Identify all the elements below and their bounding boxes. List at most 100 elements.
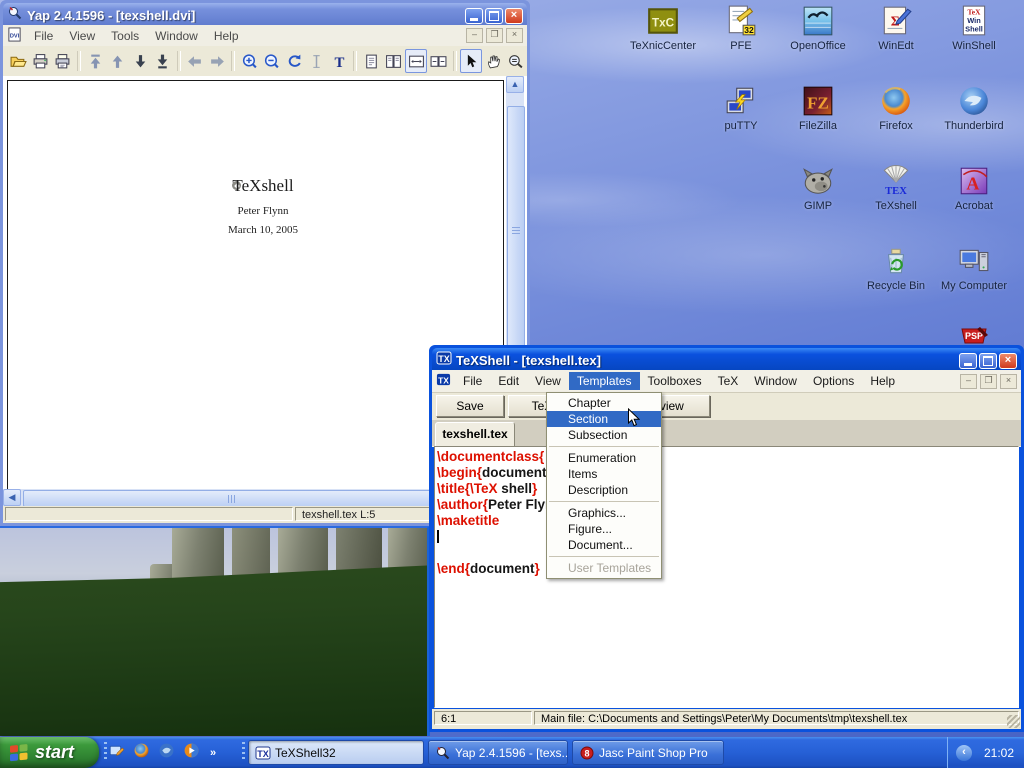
desktop-icon-openoffice[interactable]: OpenOffice (780, 4, 856, 52)
texshell-menu-window[interactable]: Window (746, 372, 805, 390)
magnifier-icon[interactable] (505, 49, 527, 73)
texshell-menu-templates[interactable]: Templates (569, 372, 640, 390)
texshell-restore-button[interactable] (979, 353, 997, 369)
desktop-icon-label: PFE (703, 40, 779, 52)
cursor-position: 6:1 (434, 711, 532, 725)
select-arrow-icon[interactable] (460, 49, 482, 73)
open-icon[interactable] (7, 49, 29, 73)
zoom-out-icon[interactable] (261, 49, 283, 73)
yap-menu-help[interactable]: Help (206, 27, 247, 45)
yap-hscroll-thumb[interactable] (23, 490, 433, 507)
save-button[interactable]: Save (436, 395, 504, 417)
taskbar: start » TXTeXShell32Yap 2.4.1596 - [texs… (0, 737, 1024, 768)
yap-menu-view[interactable]: View (61, 27, 103, 45)
start-button[interactable]: start (0, 737, 99, 768)
taskbar-button-texshell32[interactable]: TXTeXShell32 (248, 740, 424, 765)
texshell-close-button[interactable]: × (999, 353, 1017, 369)
taskbar-button-yap-2-4-1596-texs[interactable]: Yap 2.4.1596 - [texs... (428, 740, 568, 765)
desktop-icon-label: OpenOffice (780, 40, 856, 52)
desktop-icon-pfe[interactable]: 32PFE (703, 4, 779, 52)
print-icon[interactable] (29, 49, 51, 73)
media-player-icon[interactable] (183, 742, 200, 764)
texshell-editor[interactable]: \documentclass{\begin{document}\title{\T… (434, 446, 1019, 708)
desktop-icon-putty[interactable]: puTTY (703, 84, 779, 132)
resize-grip[interactable] (1007, 715, 1020, 728)
texshell-menu-tex[interactable]: TeX (710, 372, 747, 390)
texshell-menu-view[interactable]: View (527, 372, 569, 390)
mdi-restore-icon[interactable]: ❐ (486, 28, 503, 43)
menu-item-chapter[interactable]: Chapter (547, 395, 661, 411)
yap-vscroll-thumb[interactable] (507, 106, 525, 348)
prev-page-icon[interactable] (107, 49, 129, 73)
tray-collapse-icon[interactable]: ‹ (956, 745, 972, 761)
last-page-icon[interactable] (151, 49, 173, 73)
fit-width-icon[interactable] (405, 49, 427, 73)
mdi-close-icon[interactable]: × (1000, 374, 1017, 389)
first-page-icon[interactable] (84, 49, 106, 73)
desktop-icon-gimp[interactable]: GIMP (780, 164, 856, 212)
yap-minimize-button[interactable] (465, 8, 483, 24)
back-icon[interactable] (184, 49, 206, 73)
quicklaunch-overflow-icon[interactable]: » (210, 747, 216, 759)
scroll-left-icon[interactable]: ◀ (3, 489, 21, 506)
yap-menu-file[interactable]: File (26, 27, 61, 45)
yap-close-button[interactable]: × (505, 8, 523, 24)
menu-item-graphics[interactable]: Graphics... (547, 505, 661, 521)
texshell-menu-toolboxes[interactable]: Toolboxes (640, 372, 710, 390)
texshell-window-title: TeXShell - [texshell.tex] (456, 353, 957, 368)
menu-item-enumeration[interactable]: Enumeration (547, 450, 661, 466)
menu-item-document[interactable]: Document... (547, 537, 661, 553)
text-caret-icon[interactable] (306, 49, 328, 73)
texshell-minimize-button[interactable] (959, 353, 977, 369)
texshell-window: TX TeXShell - [texshell.tex] × TX FileEd… (429, 345, 1024, 732)
menu-item-subsection[interactable]: Subsection (547, 427, 661, 443)
menu-item-section[interactable]: Section (547, 411, 661, 427)
print-setup-icon[interactable] (52, 49, 74, 73)
tx-document-icon: TX (436, 372, 451, 390)
texshell-menu-options[interactable]: Options (805, 372, 862, 390)
editor-line: \title{\TeX shell} (437, 481, 1018, 497)
desktop-icon-texshell[interactable]: TEXTeXshell (858, 164, 934, 212)
desktop-icon-winedt[interactable]: ΣWinEdt (858, 4, 934, 52)
two-page-width-icon[interactable] (427, 49, 449, 73)
texshell-menu-help[interactable]: Help (862, 372, 903, 390)
desktop-icon-firefox[interactable]: Firefox (858, 84, 934, 132)
menu-item-description[interactable]: Description (547, 482, 661, 498)
editor-line: \begin{document} (437, 465, 1018, 481)
hand-icon[interactable] (482, 49, 504, 73)
taskbar-button-jasc-paint-shop-pro[interactable]: 8Jasc Paint Shop Pro (572, 740, 724, 765)
scroll-up-icon[interactable]: ▲ (506, 76, 524, 93)
yap-menu-tools[interactable]: Tools (103, 27, 147, 45)
desktop-icon-mycomputer[interactable]: My Computer (936, 244, 1012, 292)
thunderbird-icon[interactable] (158, 742, 175, 764)
mdi-close-icon[interactable]: × (506, 28, 523, 43)
yap-maximize-button[interactable] (485, 8, 503, 24)
texshell-menu-file[interactable]: File (455, 372, 490, 390)
one-page-icon[interactable] (360, 49, 382, 73)
psp-desktop-icon[interactable]: PSP (960, 325, 990, 345)
next-page-icon[interactable] (129, 49, 151, 73)
tab-texshell-tex[interactable]: texshell.tex (435, 422, 515, 448)
desktop-icon-thunderbird[interactable]: Thunderbird (936, 84, 1012, 132)
texshell-menu-edit[interactable]: Edit (490, 372, 527, 390)
desktop-icon-texniccenter[interactable]: TxCTeXnicCenter (625, 4, 701, 52)
desktop-icon-filezilla[interactable]: FZFileZilla (780, 84, 856, 132)
editor-line: \end{document} (437, 561, 1018, 577)
yap-menu-window[interactable]: Window (147, 27, 206, 45)
text-mode-icon[interactable]: T (328, 49, 350, 73)
two-page-icon[interactable] (383, 49, 405, 73)
menu-item-items[interactable]: Items (547, 466, 661, 482)
mdi-minimize-icon[interactable]: – (466, 28, 483, 43)
mdi-minimize-icon[interactable]: – (960, 374, 977, 389)
refresh-icon[interactable] (283, 49, 305, 73)
desktop-icon-winshell[interactable]: TeXWinShellWinShell (936, 4, 1012, 52)
forward-icon[interactable] (206, 49, 228, 73)
desktop-icon-recyclebin[interactable]: Recycle Bin (858, 244, 934, 292)
zoom-in-icon[interactable] (238, 49, 260, 73)
show-desktop-icon[interactable] (108, 742, 125, 764)
stonehenge-photo (0, 526, 430, 736)
menu-item-figure[interactable]: Figure... (547, 521, 661, 537)
mdi-restore-icon[interactable]: ❐ (980, 374, 997, 389)
firefox-icon[interactable] (133, 742, 150, 764)
desktop-icon-acrobat[interactable]: AAcrobat (936, 164, 1012, 212)
